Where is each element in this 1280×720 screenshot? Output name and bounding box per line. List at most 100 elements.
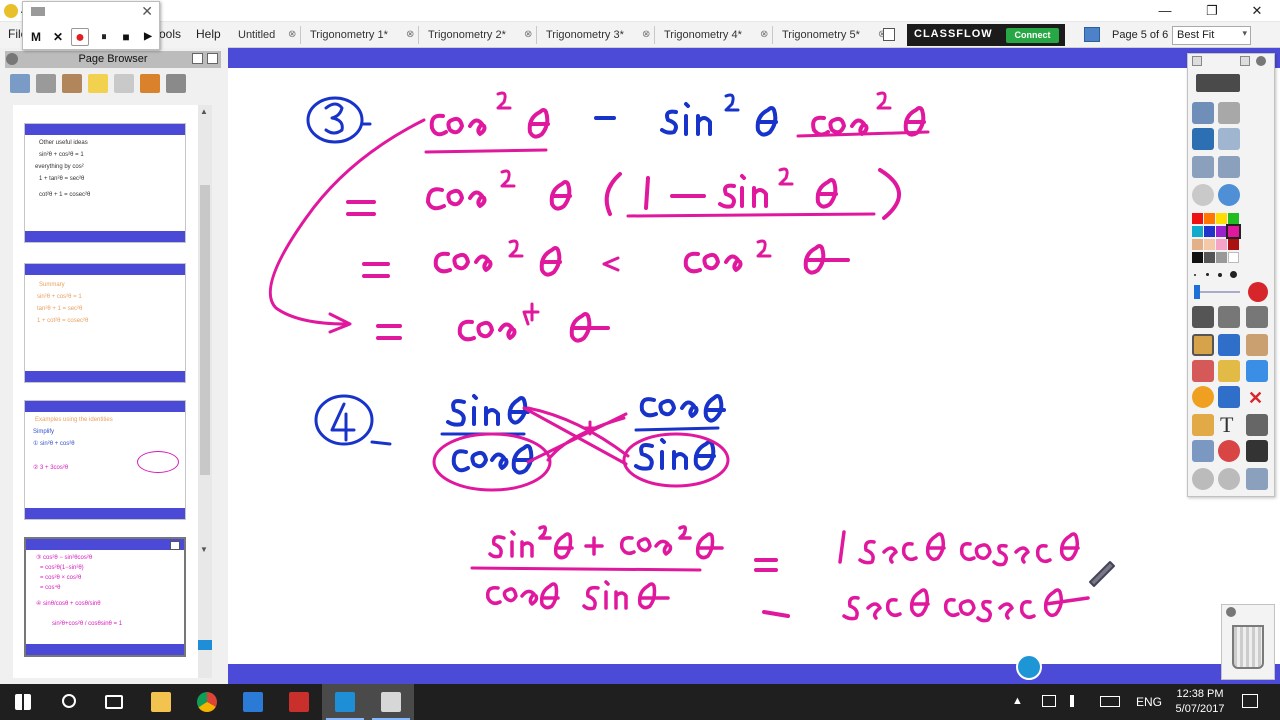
taskbar-edge[interactable] (230, 684, 276, 720)
resources-icon[interactable] (62, 74, 82, 93)
tab-close-icon[interactable]: ⊗ (288, 26, 296, 44)
taskbar-file-explorer[interactable] (138, 684, 184, 720)
page-thumbnail-1[interactable]: Other useful ideas sin²θ + cos²θ = 1 eve… (24, 123, 186, 243)
tools-menu-icon[interactable] (1218, 306, 1240, 328)
color-swatch-magenta-selected[interactable] (1226, 224, 1241, 239)
taskbar-activinspire[interactable] (368, 684, 414, 720)
toolbox-pin-icon[interactable] (1240, 56, 1250, 66)
scrollbar-thumb[interactable] (200, 185, 210, 475)
color-swatch-darkgray[interactable] (1204, 252, 1215, 263)
library-icon[interactable] (36, 74, 56, 93)
tools-icon[interactable] (1218, 128, 1240, 150)
start-button[interactable] (0, 684, 46, 720)
recorder-grip-icon[interactable] (31, 7, 45, 16)
pen-width-selector[interactable] (1194, 271, 1240, 278)
color-swatch-red[interactable] (1192, 213, 1203, 224)
recorder-mode-button[interactable]: M (27, 28, 45, 46)
addons-icon[interactable] (166, 74, 186, 93)
color-swatch-purple[interactable] (1216, 226, 1227, 237)
select-tool-icon[interactable] (1192, 306, 1214, 328)
edit-icon[interactable] (1246, 414, 1268, 436)
recorder-close-button[interactable]: ✕ (141, 3, 153, 20)
notification-icon[interactable] (1242, 694, 1258, 708)
color-swatch-cyan[interactable] (1192, 226, 1203, 237)
page-thumbnail-4-selected[interactable]: ③ cos²θ − sin²θcos²θ = cos²θ(1−sin²θ) = … (24, 537, 186, 657)
delete-icon[interactable]: ✕ (1248, 388, 1263, 409)
page-thumbnail-3[interactable]: Examples using the identities Simplify ①… (24, 400, 186, 520)
record-button[interactable]: ● (71, 28, 89, 46)
spotlight-icon[interactable] (1192, 440, 1214, 462)
fill-icon[interactable] (1218, 360, 1240, 382)
toolbox-close-icon[interactable] (1256, 56, 1266, 66)
color-swatch-black[interactable] (1192, 252, 1203, 263)
tab-trigonometry-4[interactable]: Trigonometry 4* ⊗ (664, 26, 774, 46)
language-indicator[interactable]: ENG (1136, 695, 1162, 709)
pen-tool-icon[interactable] (1192, 334, 1214, 356)
play-button[interactable]: ▶ (139, 28, 157, 46)
tab-trigonometry-1[interactable]: Trigonometry 1* ⊗ (310, 26, 420, 46)
properties-icon[interactable] (114, 74, 134, 93)
text-tool-icon[interactable]: T (1220, 412, 1233, 438)
color-swatch-gray[interactable] (1216, 252, 1227, 263)
eraser-icon[interactable] (1192, 360, 1214, 382)
color-swatch-darkred[interactable] (1228, 239, 1239, 250)
trash-close-icon[interactable] (1226, 607, 1236, 617)
transparency-slider-thumb[interactable] (1194, 285, 1200, 299)
tab-close-icon[interactable]: ⊗ (760, 26, 768, 44)
color-swatch-pink[interactable] (1216, 239, 1227, 250)
tab-trigonometry-2[interactable]: Trigonometry 2* ⊗ (428, 26, 538, 46)
color-swatch-peach[interactable] (1204, 239, 1215, 250)
taskbar-gmail[interactable] (276, 684, 322, 720)
reset-page-icon[interactable] (1218, 440, 1240, 462)
panel-options-icon[interactable] (192, 53, 203, 64)
taskbar-app-blue[interactable] (322, 684, 368, 720)
page-thumbnail-2[interactable]: Summary sin²θ + cos²θ = 1 tan²θ + 1 = se… (24, 263, 186, 383)
tab-menu-icon[interactable] (883, 28, 895, 41)
toolbox-options-icon[interactable] (1192, 56, 1202, 66)
tab-close-icon[interactable]: ⊗ (406, 26, 414, 44)
tab-untitled[interactable]: Untitled ⊗ (238, 26, 308, 46)
scroll-down-icon[interactable]: ▼ (200, 545, 208, 554)
classflow-connect-button[interactable]: Connect (1006, 28, 1059, 43)
page-browser-scrollbar[interactable]: ▲ ▼ (198, 105, 212, 678)
color-swatch-white[interactable] (1228, 252, 1239, 263)
color-swatch-blue[interactable] (1204, 226, 1215, 237)
magic-ink-icon[interactable] (1246, 334, 1268, 356)
maximize-button[interactable]: ❐ (1189, 0, 1235, 22)
menu-help[interactable]: Help (196, 27, 221, 41)
stop-button[interactable]: ■ (117, 28, 135, 46)
highlighter-icon[interactable] (1218, 334, 1240, 356)
tray-overflow-icon[interactable]: ▲ (1012, 695, 1023, 707)
system-clock[interactable]: 12:38 PM 5/07/2017 (1172, 687, 1228, 717)
task-view-button[interactable] (92, 684, 138, 720)
page-icon[interactable] (1084, 27, 1100, 42)
undo-icon[interactable] (1192, 468, 1214, 490)
thumbnail-menu-icon[interactable] (170, 541, 180, 550)
tab-close-icon[interactable]: ⊗ (524, 26, 532, 44)
pause-button[interactable]: ⏸ (95, 28, 113, 46)
tab-trigonometry-3[interactable]: Trigonometry 3* ⊗ (546, 26, 656, 46)
toolbox-customize-icon[interactable] (1246, 468, 1268, 490)
undo-history-icon[interactable] (1192, 184, 1214, 206)
toolbox-expand-button[interactable] (1196, 74, 1240, 92)
flipchart-canvas[interactable] (228, 68, 1280, 664)
volume-icon[interactable] (1070, 695, 1084, 707)
recorder-cancel-button[interactable]: ✕ (49, 28, 67, 46)
color-swatch-tan[interactable] (1192, 239, 1203, 250)
color-swatch-orange[interactable] (1204, 213, 1215, 224)
panel-pin-icon[interactable] (207, 53, 218, 64)
zoom-select[interactable]: Best Fit ▾ (1172, 26, 1251, 45)
flipchart-icon[interactable] (1192, 102, 1214, 124)
browser-page-icon[interactable] (10, 74, 30, 93)
desktop-annotate-icon[interactable] (1192, 128, 1214, 150)
save-icon[interactable] (1218, 156, 1240, 178)
stop-close-icon[interactable] (1248, 282, 1268, 302)
panel-close-icon[interactable] (6, 53, 18, 65)
globe-icon[interactable] (1218, 184, 1240, 206)
trash-can-icon[interactable] (1232, 625, 1264, 669)
color-swatch-yellow[interactable] (1216, 213, 1227, 224)
keyboard-icon[interactable] (1100, 696, 1120, 707)
screen-share-icon[interactable] (1246, 360, 1268, 382)
taskbar-chrome[interactable] (184, 684, 230, 720)
network-icon[interactable] (1042, 695, 1056, 707)
